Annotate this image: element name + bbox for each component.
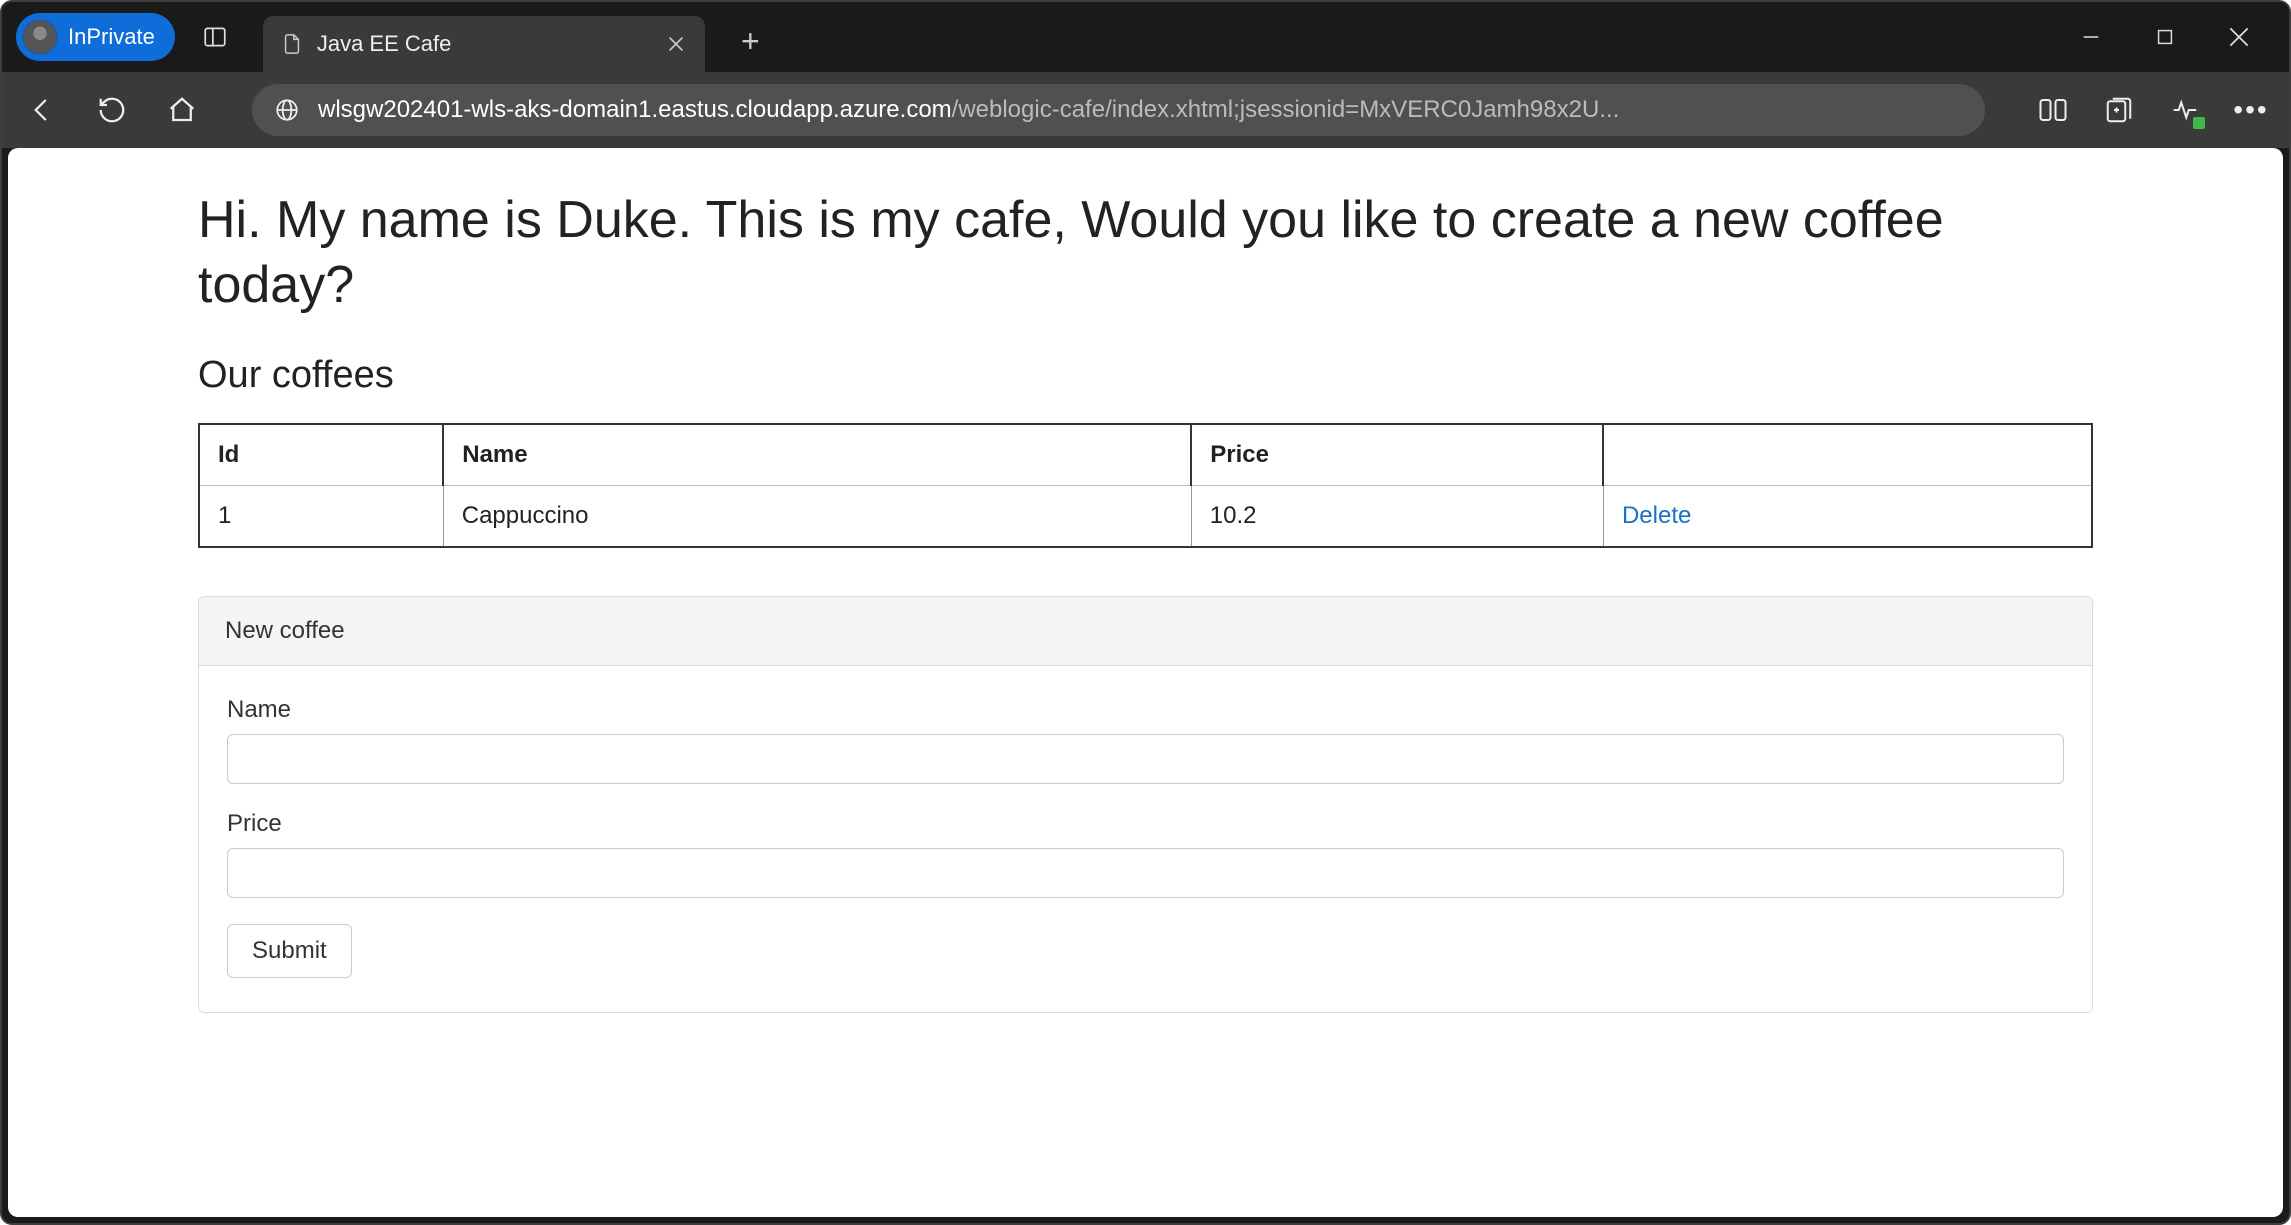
home-button[interactable]	[162, 90, 202, 130]
browser-window: InPrivate Java EE Cafe +	[0, 0, 2291, 1225]
tab-title: Java EE Cafe	[317, 31, 452, 57]
header-price: Price	[1191, 424, 1603, 486]
new-coffee-panel: New coffee Name Price Submit	[198, 596, 2093, 1013]
url-text: wlsgw202401-wls-aks-domain1.eastus.cloud…	[318, 96, 1619, 124]
tab-actions-button[interactable]	[195, 17, 235, 57]
minimize-button[interactable]	[2077, 23, 2105, 51]
cell-id: 1	[199, 486, 443, 548]
page-heading: Hi. My name is Duke. This is my cafe, Wo…	[198, 188, 2093, 318]
url-path: /weblogic-cafe/index.xhtml;jsessionid=Mx…	[952, 96, 1620, 123]
site-info-icon[interactable]	[274, 97, 300, 123]
page-icon	[281, 33, 303, 55]
cell-name: Cappuccino	[443, 486, 1191, 548]
inprivate-label: InPrivate	[68, 24, 155, 50]
collections-button[interactable]	[2101, 92, 2137, 128]
tab-close-button[interactable]	[665, 33, 687, 55]
avatar-icon	[22, 19, 58, 55]
price-label: Price	[227, 810, 2064, 838]
address-bar[interactable]: wlsgw202401-wls-aks-domain1.eastus.cloud…	[252, 84, 1985, 136]
header-name: Name	[443, 424, 1191, 486]
ellipsis-icon: •••	[2233, 94, 2268, 126]
cell-price: 10.2	[1191, 486, 1603, 548]
toolbar-right: •••	[2035, 92, 2269, 128]
window-controls	[2077, 23, 2279, 51]
header-id: Id	[199, 424, 443, 486]
toolbar: wlsgw202401-wls-aks-domain1.eastus.cloud…	[2, 72, 2289, 148]
panel-title: New coffee	[199, 597, 2092, 666]
split-screen-button[interactable]	[2035, 92, 2071, 128]
table-row: 1 Cappuccino 10.2 Delete	[199, 486, 2092, 548]
refresh-button[interactable]	[92, 90, 132, 130]
name-label: Name	[227, 696, 2064, 724]
new-tab-button[interactable]: +	[729, 20, 771, 62]
section-heading: Our coffees	[198, 354, 2093, 397]
header-action	[1603, 424, 2092, 486]
submit-button[interactable]: Submit	[227, 924, 352, 978]
url-host: wlsgw202401-wls-aks-domain1.eastus.cloud…	[318, 96, 952, 123]
close-window-button[interactable]	[2225, 23, 2253, 51]
settings-more-button[interactable]: •••	[2233, 92, 2269, 128]
page-viewport[interactable]: Hi. My name is Duke. This is my cafe, Wo…	[8, 148, 2283, 1217]
browser-tab[interactable]: Java EE Cafe	[263, 16, 706, 72]
delete-link[interactable]: Delete	[1622, 502, 1691, 529]
panel-body: Name Price Submit	[199, 666, 2092, 1012]
name-input[interactable]	[227, 734, 2064, 784]
performance-button[interactable]	[2167, 92, 2203, 128]
back-button[interactable]	[22, 90, 62, 130]
table-header-row: Id Name Price	[199, 424, 2092, 486]
price-input[interactable]	[227, 848, 2064, 898]
inprivate-badge[interactable]: InPrivate	[16, 13, 175, 61]
titlebar: InPrivate Java EE Cafe +	[2, 2, 2289, 72]
coffees-table: Id Name Price 1 Cappuccino 10.2 Delete	[198, 423, 2093, 548]
maximize-button[interactable]	[2151, 23, 2179, 51]
